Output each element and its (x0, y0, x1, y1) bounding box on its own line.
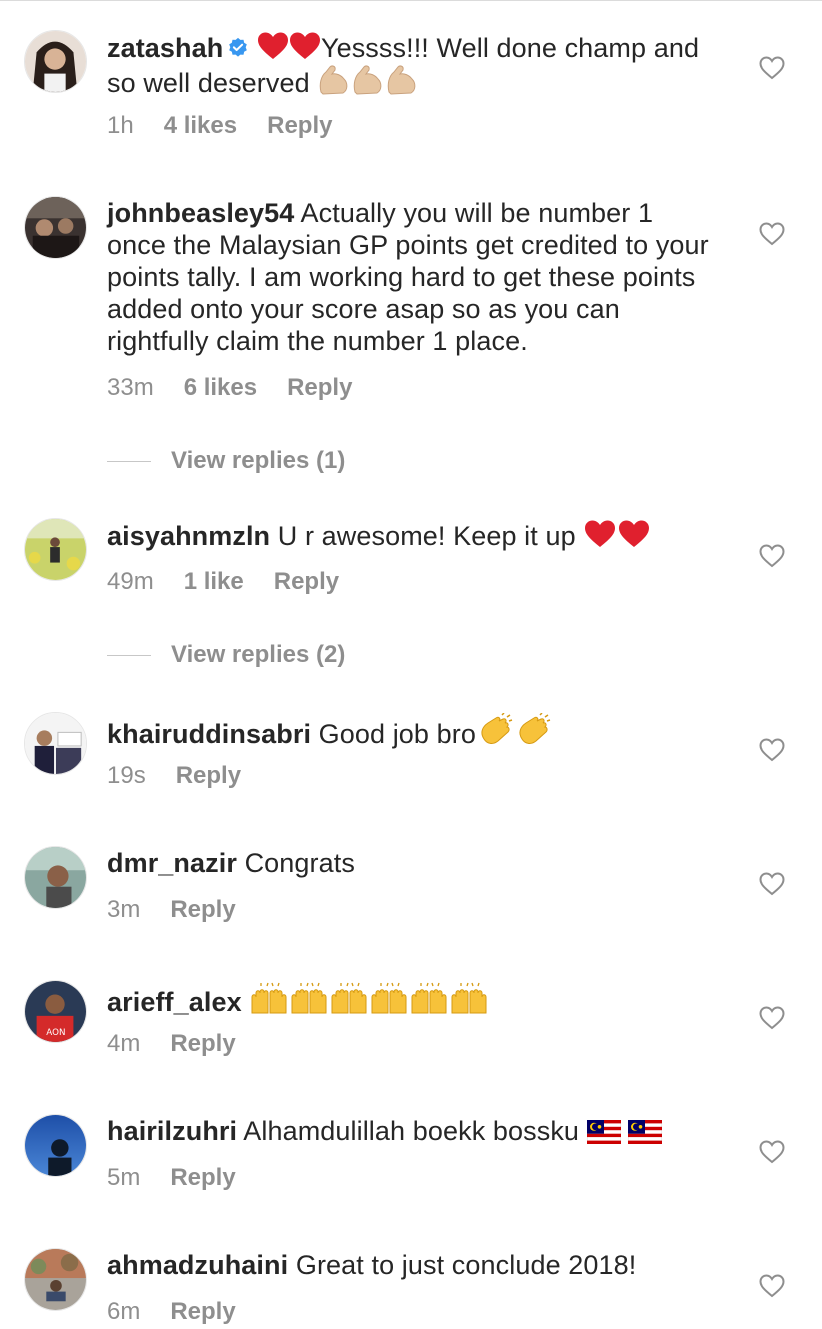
view-replies-button[interactable]: View replies (1) (107, 446, 345, 476)
heart-outline-icon[interactable] (759, 544, 785, 568)
red-heart-emoji-icon (619, 520, 650, 547)
comment-body: dmr_nazir Congrats (107, 847, 717, 879)
reply-button[interactable]: Reply (176, 762, 241, 789)
comment-username[interactable]: arieff_alex (107, 987, 242, 1017)
reply-button[interactable]: Reply (170, 1298, 235, 1325)
comment-body: khairuddinsabri Good job bro (107, 713, 717, 750)
heart-outline-icon[interactable] (759, 56, 785, 80)
comment-text: U r awesome! Keep it up (277, 521, 576, 551)
comment-meta: 5m Reply (107, 1164, 266, 1192)
avatar[interactable] (24, 1248, 87, 1311)
comment-meta: 3m Reply (107, 896, 266, 924)
flexed-biceps-emoji-icon (388, 65, 416, 95)
heart-outline-icon[interactable] (759, 738, 785, 762)
comment-body: johnbeasley54 Actually you will be numbe… (107, 197, 717, 357)
malaysia-flag-emoji-icon (586, 1120, 621, 1144)
red-heart-emoji-icon (585, 520, 616, 547)
reply-button[interactable]: Reply (170, 896, 235, 923)
comment-body: hairilzuhri Alhamdulillah boekk bossku (107, 1115, 717, 1147)
comment-username[interactable]: hairilzuhri (107, 1116, 237, 1146)
comment-time: 49m (107, 568, 154, 595)
comment-meta: 4m Reply (107, 1030, 266, 1058)
raising-hands-emoji-icon (451, 982, 487, 1014)
heart-outline-icon[interactable] (759, 1140, 785, 1164)
verified-badge-icon (229, 37, 248, 57)
comment-text: Good job bro (318, 719, 476, 749)
avatar[interactable] (24, 1114, 87, 1177)
comment-likes[interactable]: 4 likes (164, 112, 237, 139)
view-replies-label: View replies (1) (171, 447, 346, 474)
comment-username[interactable]: dmr_nazir (107, 848, 237, 878)
malaysia-flag-emoji-icon (628, 1120, 663, 1144)
comment-username[interactable]: zatashah (107, 33, 223, 63)
red-heart-emoji-icon (289, 32, 320, 59)
comment-time: 6m (107, 1298, 141, 1325)
heart-outline-icon[interactable] (759, 872, 785, 896)
raising-hands-emoji-icon (411, 982, 447, 1014)
clapping-hands-emoji-icon (481, 713, 513, 744)
avatar[interactable] (24, 518, 87, 581)
raising-hands-emoji-icon (331, 982, 367, 1014)
comment-username[interactable]: johnbeasley54 (107, 198, 294, 228)
avatar[interactable] (24, 196, 87, 259)
view-replies-line (107, 461, 151, 463)
comment-meta: 19s Reply (107, 762, 271, 790)
comment-time: 4m (107, 1030, 141, 1057)
comment-body: zatashah Yessss!!! Well done champ and s… (107, 31, 717, 99)
view-replies-label: View replies (2) (171, 641, 346, 668)
avatar[interactable]: AON (24, 980, 87, 1043)
avatar[interactable] (24, 30, 87, 93)
raising-hands-emoji-icon (291, 982, 327, 1014)
comment-body: ahmadzuhaini Great to just conclude 2018… (107, 1249, 717, 1281)
comment-time: 1h (107, 112, 134, 139)
comment-body: aisyahnmzln U r awesome! Keep it up (107, 519, 717, 552)
comment-text: Alhamdulillah boekk bossku (243, 1116, 580, 1146)
comment-text: Congrats (244, 848, 355, 878)
reply-button[interactable]: Reply (267, 112, 332, 139)
flexed-biceps-emoji-icon (320, 65, 348, 95)
comment-meta: 1h 4 likes Reply (107, 112, 362, 140)
comment-time: 33m (107, 374, 154, 401)
raising-hands-emoji-icon (371, 982, 407, 1014)
heart-outline-icon[interactable] (759, 222, 785, 246)
reply-button[interactable]: Reply (287, 374, 352, 401)
heart-outline-icon[interactable] (759, 1006, 785, 1030)
clapping-hands-emoji-icon (519, 713, 551, 744)
comment-meta: 6m Reply (107, 1298, 266, 1326)
comment-time: 3m (107, 896, 141, 923)
flexed-biceps-emoji-icon (354, 65, 382, 95)
reply-button[interactable]: Reply (274, 568, 339, 595)
svg-text:AON: AON (46, 1028, 65, 1038)
heart-outline-icon[interactable] (759, 1274, 785, 1298)
reply-button[interactable]: Reply (170, 1164, 235, 1191)
top-divider (0, 0, 822, 1)
comment-username[interactable]: khairuddinsabri (107, 719, 311, 749)
view-replies-line (107, 655, 151, 657)
avatar[interactable] (24, 846, 87, 909)
comment-meta: 33m 6 likes Reply (107, 374, 382, 402)
raising-hands-emoji-icon (251, 982, 287, 1014)
avatar[interactable] (24, 712, 87, 775)
comment-likes[interactable]: 1 like (184, 568, 244, 595)
comment-time: 5m (107, 1164, 141, 1191)
comment-likes[interactable]: 6 likes (184, 374, 257, 401)
comment-username[interactable]: aisyahnmzln (107, 521, 270, 551)
comment-text: Great to just conclude 2018! (295, 1250, 637, 1280)
comment-username[interactable]: ahmadzuhaini (107, 1250, 288, 1280)
red-heart-emoji-icon (257, 32, 288, 59)
view-replies-button[interactable]: View replies (2) (107, 640, 345, 670)
comment-body: arieff_alex (107, 981, 717, 1018)
comment-time: 19s (107, 762, 146, 789)
comment-meta: 49m 1 like Reply (107, 568, 369, 596)
reply-button[interactable]: Reply (170, 1030, 235, 1057)
